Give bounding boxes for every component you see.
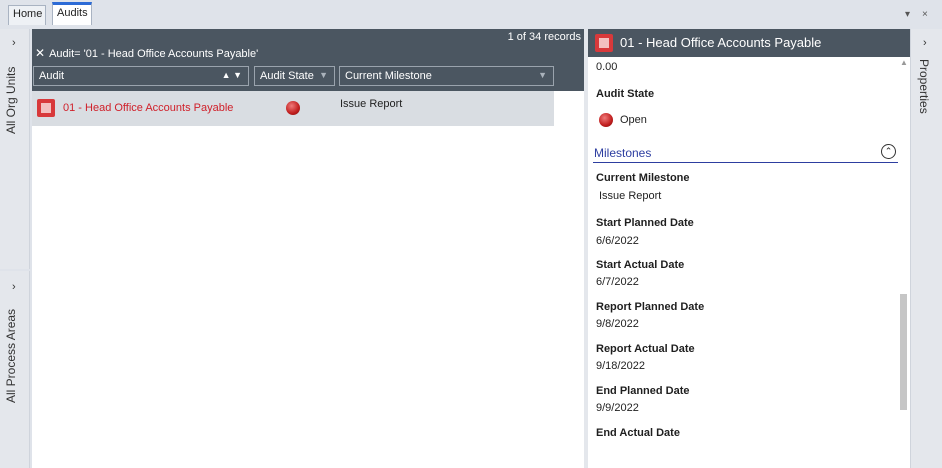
filter-icon[interactable]: ▼ — [319, 70, 328, 80]
tab-home-label: Home — [13, 8, 43, 20]
properties-header: 01 - Head Office Accounts Payable — [588, 29, 910, 57]
column-milestone-label: Current Milestone — [345, 70, 432, 82]
column-header-audit[interactable]: Audit ▲ ▼ — [33, 66, 249, 86]
milestones-section-header[interactable]: Milestones ⌃ — [593, 143, 898, 163]
audit-state-value: Open — [620, 114, 647, 126]
column-header-audit-state[interactable]: Audit State ▼ — [254, 66, 335, 86]
audit-state-label: Audit State — [596, 88, 655, 100]
properties-title: 01 - Head Office Accounts Payable — [620, 35, 822, 50]
start-actual-date-value: 6/7/2022 — [596, 276, 639, 288]
tab-audits[interactable]: Audits — [52, 2, 92, 25]
record-count: 1 of 34 records — [507, 31, 581, 43]
properties-scrollbar[interactable]: ▲ — [898, 57, 910, 468]
current-milestone-cell: Issue Report — [340, 98, 403, 110]
org-units-rail[interactable]: › All Org Units — [0, 29, 30, 269]
current-milestone-value: Issue Report — [599, 190, 662, 202]
document-tab-bar: Home Audits ▾ × — [0, 0, 942, 25]
column-audit-state-label: Audit State — [260, 70, 314, 82]
expand-process-areas-icon[interactable]: › — [12, 281, 16, 293]
column-audit-label: Audit — [39, 70, 65, 82]
top-value: 0.00 — [596, 61, 618, 73]
process-areas-rail[interactable]: › All Process Areas — [0, 271, 30, 468]
sort-filter-icon[interactable]: ▲ ▼ — [222, 70, 242, 80]
audit-icon — [595, 34, 613, 52]
collapse-properties-icon[interactable]: › — [923, 37, 927, 49]
expand-org-units-icon[interactable]: › — [12, 37, 16, 49]
current-milestone-label: Current Milestone — [596, 172, 690, 184]
properties-pane: 01 - Head Office Accounts Payable 0.00 A… — [588, 29, 910, 468]
table-row[interactable]: 01 - Head Office Accounts Payable Issue … — [32, 91, 554, 126]
report-planned-date-value: 9/8/2022 — [596, 318, 639, 330]
audit-icon — [37, 99, 55, 117]
tab-dropdown-icon[interactable]: ▾ — [905, 9, 910, 20]
filter-icon[interactable]: ▼ — [538, 70, 547, 80]
open-state-icon — [286, 101, 300, 115]
start-actual-date-label: Start Actual Date — [596, 259, 685, 271]
end-planned-date-label: End Planned Date — [596, 385, 690, 397]
properties-rail-label: Properties — [917, 59, 931, 114]
clear-filter-icon[interactable]: ✕ — [35, 46, 45, 60]
audits-grid: 1 of 34 records ✕ Audit= '01 - Head Offic… — [32, 29, 584, 468]
filter-text: Audit= '01 - Head Office Accounts Payabl… — [49, 48, 259, 60]
end-planned-date-value: 9/9/2022 — [596, 402, 639, 414]
tab-home[interactable]: Home — [8, 5, 46, 25]
milestones-section-title: Milestones — [594, 146, 652, 160]
start-planned-date-label: Start Planned Date — [596, 217, 694, 229]
active-filter: ✕ Audit= '01 - Head Office Accounts Payab… — [35, 46, 258, 60]
grid-header: 1 of 34 records ✕ Audit= '01 - Head Offic… — [32, 29, 584, 91]
tab-close-icon[interactable]: × — [922, 9, 928, 20]
org-units-label: All Org Units — [4, 66, 18, 134]
column-header-current-milestone[interactable]: Current Milestone ▼ — [339, 66, 554, 86]
open-state-icon — [599, 113, 613, 127]
process-areas-label: All Process Areas — [4, 308, 18, 403]
audit-name-link[interactable]: 01 - Head Office Accounts Payable — [63, 102, 233, 114]
scroll-up-icon[interactable]: ▲ — [900, 58, 908, 67]
report-planned-date-label: Report Planned Date — [596, 301, 705, 313]
tab-audits-label: Audits — [57, 7, 88, 19]
report-actual-date-value: 9/18/2022 — [596, 360, 645, 372]
properties-rail[interactable]: › Properties — [910, 29, 942, 468]
collapse-section-icon[interactable]: ⌃ — [881, 144, 896, 159]
scrollbar-thumb[interactable] — [900, 294, 907, 410]
start-planned-date-value: 6/6/2022 — [596, 235, 639, 247]
report-actual-date-label: Report Actual Date — [596, 343, 695, 355]
end-actual-date-label: End Actual Date — [596, 427, 680, 439]
